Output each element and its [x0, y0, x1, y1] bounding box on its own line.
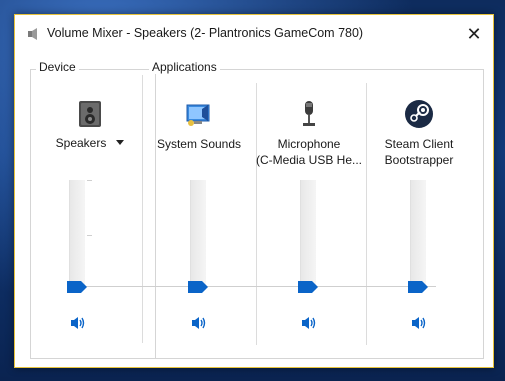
microphone-icon	[303, 101, 315, 126]
device-dropdown[interactable]: Speakers	[35, 136, 145, 150]
app-column-microphone: Microphone (C-Media USB He...	[254, 53, 364, 353]
volume-slider-track[interactable]	[410, 180, 426, 290]
slider-tick	[87, 235, 92, 236]
close-button[interactable]: ✕	[455, 15, 493, 53]
app-name-line1: Steam Client	[384, 137, 454, 151]
chevron-down-icon	[116, 140, 125, 145]
app-name-line2: (C-Media USB He...	[255, 153, 363, 167]
volume-slider-thumb[interactable]	[408, 281, 428, 293]
app-name-line2: Bootstrapper	[384, 153, 454, 167]
mute-speaker-icon[interactable]	[70, 316, 86, 330]
speaker-icon	[28, 28, 37, 40]
volume-slider-thumb[interactable]	[67, 281, 87, 293]
app-name: Steam Client Bootstrapper	[364, 136, 474, 168]
system-sounds-icon	[186, 104, 210, 126]
volume-slider-track[interactable]	[190, 180, 206, 290]
window-title: Volume Mixer - Speakers (2- Plantronics …	[47, 26, 364, 40]
app-column-steam: Steam Client Bootstrapper	[364, 53, 474, 353]
volume-slider-track[interactable]	[69, 180, 85, 290]
steam-icon	[405, 100, 433, 128]
app-column-system-sounds: System Sounds	[144, 53, 254, 353]
app-name: System Sounds	[156, 137, 242, 151]
volume-slider-thumb[interactable]	[298, 281, 318, 293]
device-name: Speakers	[55, 136, 107, 150]
volume-slider-thumb[interactable]	[188, 281, 208, 293]
device-column: Speakers	[35, 53, 145, 353]
mute-speaker-icon[interactable]	[301, 316, 317, 330]
title-bar[interactable]: Volume Mixer - Speakers (2- Plantronics …	[15, 15, 493, 53]
close-icon: ✕	[466, 23, 482, 45]
mute-speaker-icon[interactable]	[411, 316, 427, 330]
app-name: Microphone (C-Media USB He...	[254, 136, 364, 168]
mute-speaker-icon[interactable]	[191, 316, 207, 330]
app-name-line1: Microphone	[277, 137, 341, 151]
speaker-box-icon	[79, 101, 101, 127]
volume-slider-track[interactable]	[300, 180, 316, 290]
mixer-client-area: Device Applications Speakers System Soun…	[16, 53, 492, 367]
volume-mixer-window: Volume Mixer - Speakers (2- Plantronics …	[14, 14, 494, 368]
slider-tick	[87, 180, 92, 181]
